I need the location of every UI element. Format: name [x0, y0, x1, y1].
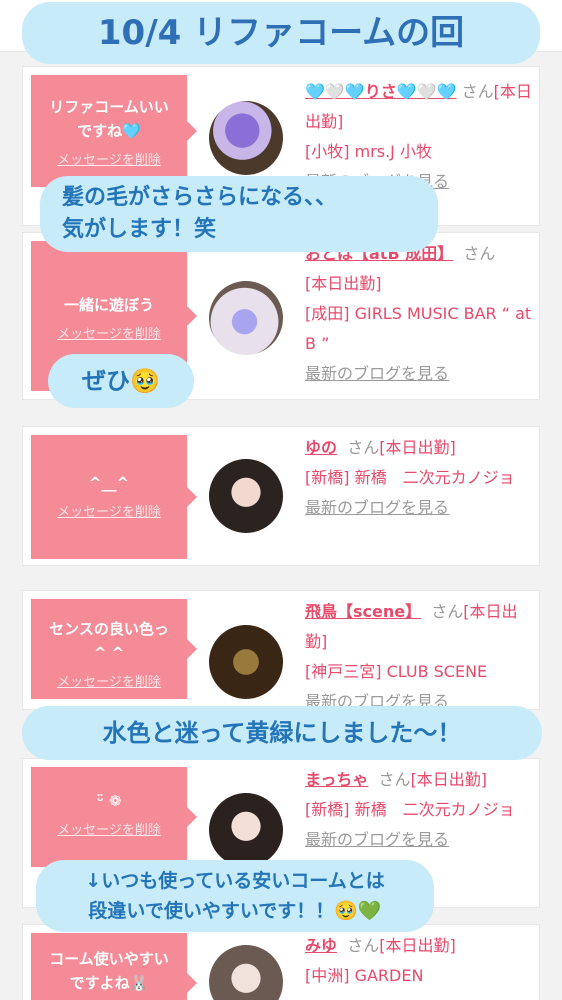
latest-blog-link[interactable]: 最新のブログを見る [305, 359, 533, 389]
message-box: ^__^ メッセージを削除 [31, 435, 197, 559]
delete-message-link[interactable]: メッセージを削除 [31, 149, 187, 168]
message-box: センスの良い色っ ^ ^ メッセージを削除 [31, 599, 197, 699]
comment-bubble: 髪の毛がさらさらになる、、 気がします！笑 [40, 176, 438, 252]
shop-text: [神戸三宮] CLUB SCENE [305, 662, 488, 681]
girl-name-link[interactable]: 飛鳥【scene】 [305, 602, 421, 621]
avatar[interactable] [209, 459, 283, 533]
status-text: [本日出勤] [305, 274, 382, 293]
profile-info: みゆ さん[本日出勤] [中洲] GARDEN [305, 931, 533, 991]
avatar[interactable] [209, 793, 283, 867]
honorific: さん [431, 602, 464, 621]
shop-text: [成田] GIRLS MUSIC BAR “ at B ” [305, 304, 532, 353]
comment-bubble: ぜひ🥹 [48, 354, 194, 408]
girl-name-link[interactable]: 🩵🤍🩵りさ🩵🤍🩵 [305, 82, 457, 101]
avatar[interactable] [209, 281, 283, 355]
profile-info: まっちゃ さん[本日出勤] [新橋] 新橋 二次元カノジョ 最新のブログを見る [305, 765, 533, 855]
status-text: [本日出勤] [379, 438, 456, 457]
avatar[interactable] [209, 101, 283, 175]
message-text: リファコームいい ですね🩵 [49, 98, 169, 140]
message-text: コーム使いやすい ですよね🐰 [49, 950, 169, 992]
shop-text: [小牧] mrs.J 小牧 [305, 142, 432, 161]
message-box: リファコームいい ですね🩵 メッセージを削除 [31, 75, 197, 187]
status-text: [本日出勤] [379, 936, 456, 955]
girl-name-link[interactable]: みゆ [305, 936, 337, 955]
shop-text: [新橋] 新橋 二次元カノジョ [305, 800, 515, 819]
message-text: ᵕ̈ ❁ [96, 792, 122, 810]
message-text: 一緒に遊ぼう [63, 296, 154, 314]
honorific: さん [463, 244, 496, 263]
honorific: さん [347, 936, 380, 955]
honorific: さん [347, 438, 380, 457]
girl-name-link[interactable]: ゆの [305, 438, 337, 457]
delete-message-link[interactable]: メッセージを削除 [31, 819, 187, 838]
message-card: コーム使いやすい ですよね🐰 みゆ さん[本日出勤] [中洲] GARDEN [22, 924, 540, 1000]
comment-bubble: ↓いつも使っている安いコームとは 段違いで使いやすいです！！🥹💚 [36, 860, 434, 932]
delete-message-link[interactable]: メッセージを削除 [31, 323, 187, 342]
avatar[interactable] [209, 945, 283, 1000]
honorific: さん [461, 82, 494, 101]
message-box: ᵕ̈ ❁ メッセージを削除 [31, 767, 197, 867]
latest-blog-link[interactable]: 最新のブログを見る [305, 825, 533, 855]
delete-message-link[interactable]: メッセージを削除 [31, 671, 187, 690]
latest-blog-link[interactable]: 最新のブログを見る [305, 493, 533, 523]
girl-name-link[interactable]: まっちゃ [305, 770, 368, 789]
profile-info: ゆの さん[本日出勤] [新橋] 新橋 二次元カノジョ 最新のブログを見る [305, 433, 533, 523]
avatar[interactable] [209, 625, 283, 699]
profile-info: 飛鳥【scene】 さん[本日出勤] [神戸三宮] CLUB SCENE 最新の… [305, 597, 533, 717]
shop-text: [新橋] 新橋 二次元カノジョ [305, 468, 515, 487]
shop-text: [中洲] GARDEN [305, 966, 424, 985]
message-card: ^__^ メッセージを削除 ゆの さん[本日出勤] [新橋] 新橋 二次元カノジ… [22, 426, 540, 566]
message-text: ^__^ [88, 474, 130, 492]
profile-info: おとは【atB 成田】 さん [本日出勤] [成田] GIRLS MUSIC B… [305, 239, 533, 389]
status-text: [本日出勤] [410, 770, 488, 789]
delete-message-link[interactable]: メッセージを削除 [31, 501, 187, 520]
title-banner: 10/4 リファコームの回 [22, 2, 540, 64]
message-card: センスの良い色っ ^ ^ メッセージを削除 飛鳥【scene】 さん[本日出勤]… [22, 590, 540, 711]
honorific: さん [378, 770, 411, 789]
comment-bubble: 水色と迷って黄緑にしました〜！ [22, 706, 542, 760]
message-text: センスの良い色っ ^ ^ [49, 620, 169, 662]
message-box: コーム使いやすい ですよね🐰 [31, 933, 197, 1000]
